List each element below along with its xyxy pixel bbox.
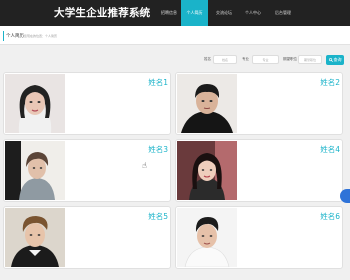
- resume-card[interactable]: 姓名1: [3, 72, 171, 135]
- resume-card[interactable]: 姓名2: [175, 72, 343, 135]
- major-search-input[interactable]: 专业: [252, 55, 279, 64]
- hand-cursor-icon: ☝: [142, 161, 147, 170]
- nav-jobs[interactable]: 招聘信息: [158, 0, 180, 26]
- nav-forum[interactable]: 交流论坛: [212, 0, 236, 26]
- resume-name: 姓名1: [148, 78, 168, 87]
- resume-photo: [5, 74, 65, 133]
- breadcrumb-accent: [3, 31, 4, 41]
- name-search-input[interactable]: 姓名: [213, 55, 237, 64]
- resume-card[interactable]: 姓名5: [3, 206, 171, 269]
- resume-name: 姓名5: [148, 212, 168, 221]
- top-navbar: 大学生企业推荐系统 首页 招聘信息 个人简历 交流论坛 个人中心 后台管理: [0, 0, 350, 26]
- breadcrumb: 您现在的位置：个人简历: [24, 34, 58, 38]
- filter-label-position: 期望职位: [283, 57, 297, 61]
- nav-resume[interactable]: 个人简历: [181, 0, 208, 26]
- floating-side-button[interactable]: [340, 189, 350, 203]
- position-search-input[interactable]: 期望职位: [298, 55, 322, 64]
- resume-photo: [177, 141, 237, 200]
- resume-card[interactable]: 姓名6: [175, 206, 343, 269]
- search-icon: [328, 58, 333, 62]
- resume-card[interactable]: 姓名3: [3, 139, 171, 202]
- search-button-label: 查询: [333, 57, 342, 62]
- resume-name: 姓名4: [320, 145, 340, 154]
- resume-card[interactable]: 姓名4: [175, 139, 343, 202]
- resume-name: 姓名2: [320, 78, 340, 87]
- nav-admin[interactable]: 后台管理: [270, 0, 296, 26]
- resume-photo: [5, 141, 65, 200]
- resume-photo: [177, 74, 237, 133]
- nav-profile[interactable]: 个人中心: [240, 0, 266, 26]
- page-title: 个人简历: [6, 34, 24, 39]
- resume-name: 姓名6: [320, 212, 340, 221]
- search-button[interactable]: 查询: [326, 55, 344, 65]
- resume-name: 姓名3: [148, 145, 168, 154]
- resume-photo: [177, 208, 237, 267]
- nav-home[interactable]: 首页: [130, 0, 152, 26]
- filter-label-major: 专业: [242, 57, 249, 61]
- search-filters: 姓名 姓名 专业 专业 期望职位 期望职位 查询: [0, 54, 350, 66]
- filter-label-name: 姓名: [204, 57, 211, 61]
- resume-photo: [5, 208, 65, 267]
